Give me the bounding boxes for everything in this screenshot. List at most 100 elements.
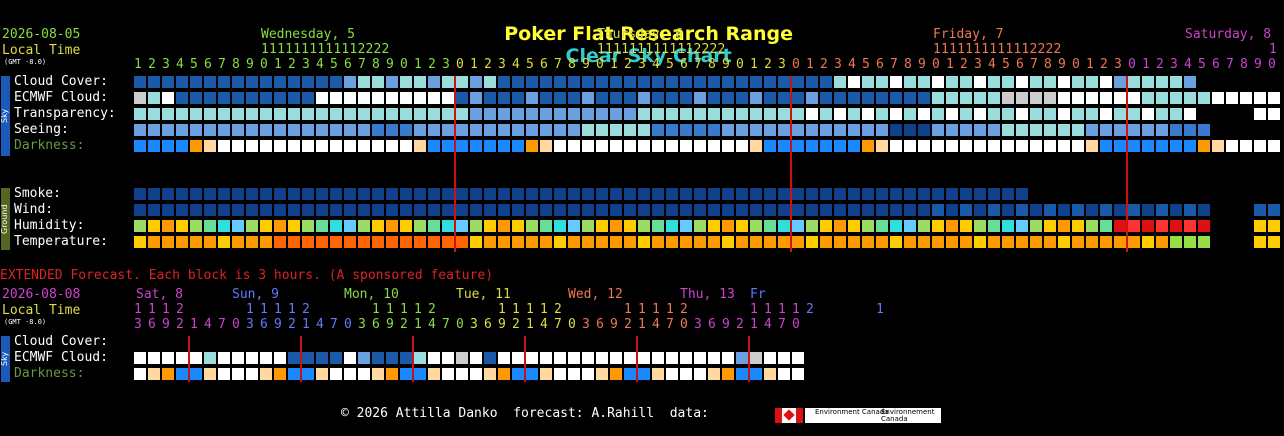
forecast-cell[interactable] bbox=[148, 368, 160, 380]
forecast-cell[interactable] bbox=[134, 352, 146, 364]
forecast-cell[interactable] bbox=[638, 188, 650, 200]
forecast-cell[interactable] bbox=[1114, 236, 1126, 248]
forecast-cell[interactable] bbox=[1086, 108, 1098, 120]
forecast-cell[interactable] bbox=[526, 76, 538, 88]
forecast-cell[interactable] bbox=[652, 352, 664, 364]
forecast-cell[interactable] bbox=[946, 108, 958, 120]
forecast-cell[interactable] bbox=[1254, 92, 1266, 104]
forecast-cell[interactable] bbox=[176, 124, 188, 136]
forecast-cell[interactable] bbox=[414, 368, 426, 380]
forecast-cell[interactable] bbox=[1086, 140, 1098, 152]
forecast-cell[interactable] bbox=[1030, 204, 1042, 216]
forecast-cell[interactable] bbox=[162, 188, 174, 200]
forecast-cell[interactable] bbox=[176, 108, 188, 120]
forecast-cell[interactable] bbox=[470, 204, 482, 216]
forecast-cell[interactable] bbox=[778, 76, 790, 88]
forecast-cell[interactable] bbox=[316, 368, 328, 380]
forecast-cell[interactable] bbox=[358, 108, 370, 120]
forecast-cell[interactable] bbox=[400, 76, 412, 88]
forecast-cell[interactable] bbox=[246, 188, 258, 200]
forecast-cell[interactable] bbox=[918, 220, 930, 232]
forecast-cell[interactable] bbox=[400, 220, 412, 232]
forecast-cell[interactable] bbox=[218, 108, 230, 120]
forecast-cell[interactable] bbox=[946, 236, 958, 248]
forecast-cell[interactable] bbox=[666, 108, 678, 120]
forecast-cell[interactable] bbox=[974, 124, 986, 136]
forecast-cell[interactable] bbox=[1268, 92, 1280, 104]
forecast-cell[interactable] bbox=[526, 220, 538, 232]
forecast-cell[interactable] bbox=[820, 124, 832, 136]
forecast-cell[interactable] bbox=[1100, 236, 1112, 248]
forecast-cell[interactable] bbox=[218, 236, 230, 248]
forecast-cell[interactable] bbox=[428, 368, 440, 380]
forecast-cell[interactable] bbox=[554, 108, 566, 120]
forecast-cell[interactable] bbox=[288, 220, 300, 232]
forecast-cell[interactable] bbox=[232, 236, 244, 248]
forecast-cell[interactable] bbox=[344, 368, 356, 380]
forecast-cell[interactable] bbox=[568, 108, 580, 120]
forecast-cell[interactable] bbox=[134, 236, 146, 248]
forecast-cell[interactable] bbox=[624, 220, 636, 232]
forecast-cell[interactable] bbox=[862, 236, 874, 248]
forecast-cell[interactable] bbox=[1044, 204, 1056, 216]
forecast-cell[interactable] bbox=[204, 220, 216, 232]
forecast-cell[interactable] bbox=[484, 140, 496, 152]
forecast-cell[interactable] bbox=[288, 188, 300, 200]
forecast-cell[interactable] bbox=[386, 108, 398, 120]
forecast-cell[interactable] bbox=[484, 124, 496, 136]
forecast-cell[interactable] bbox=[932, 108, 944, 120]
forecast-cell[interactable] bbox=[1002, 204, 1014, 216]
forecast-cell[interactable] bbox=[554, 140, 566, 152]
forecast-cell[interactable] bbox=[260, 352, 272, 364]
forecast-cell[interactable] bbox=[526, 368, 538, 380]
forecast-cell[interactable] bbox=[848, 140, 860, 152]
forecast-cell[interactable] bbox=[344, 92, 356, 104]
forecast-cell[interactable] bbox=[484, 188, 496, 200]
forecast-cell[interactable] bbox=[316, 76, 328, 88]
forecast-cell[interactable] bbox=[1128, 220, 1140, 232]
forecast-cell[interactable] bbox=[1128, 140, 1140, 152]
forecast-cell[interactable] bbox=[1030, 124, 1042, 136]
forecast-cell[interactable] bbox=[1016, 124, 1028, 136]
forecast-cell[interactable] bbox=[358, 188, 370, 200]
forecast-cell[interactable] bbox=[680, 124, 692, 136]
forecast-cell[interactable] bbox=[1170, 76, 1182, 88]
forecast-cell[interactable] bbox=[134, 140, 146, 152]
forecast-cell[interactable] bbox=[204, 188, 216, 200]
forecast-cell[interactable] bbox=[1156, 76, 1168, 88]
forecast-cell[interactable] bbox=[960, 204, 972, 216]
forecast-cell[interactable] bbox=[638, 368, 650, 380]
forecast-cell[interactable] bbox=[540, 140, 552, 152]
forecast-cell[interactable] bbox=[834, 76, 846, 88]
forecast-cell[interactable] bbox=[736, 188, 748, 200]
forecast-cell[interactable] bbox=[596, 188, 608, 200]
forecast-cell[interactable] bbox=[274, 204, 286, 216]
forecast-cell[interactable] bbox=[1240, 140, 1252, 152]
forecast-cell[interactable] bbox=[624, 108, 636, 120]
forecast-cell[interactable] bbox=[876, 220, 888, 232]
forecast-cell[interactable] bbox=[610, 76, 622, 88]
forecast-cell[interactable] bbox=[1044, 236, 1056, 248]
forecast-cell[interactable] bbox=[1072, 236, 1084, 248]
forecast-cell[interactable] bbox=[204, 204, 216, 216]
forecast-cell[interactable] bbox=[820, 140, 832, 152]
forecast-cell[interactable] bbox=[596, 204, 608, 216]
forecast-cell[interactable] bbox=[456, 108, 468, 120]
forecast-cell[interactable] bbox=[512, 368, 524, 380]
forecast-cell[interactable] bbox=[442, 140, 454, 152]
forecast-cell[interactable] bbox=[666, 124, 678, 136]
forecast-cell[interactable] bbox=[344, 188, 356, 200]
forecast-cell[interactable] bbox=[1170, 108, 1182, 120]
forecast-cell[interactable] bbox=[792, 352, 804, 364]
forecast-cell[interactable] bbox=[288, 368, 300, 380]
forecast-cell[interactable] bbox=[540, 124, 552, 136]
forecast-cell[interactable] bbox=[988, 76, 1000, 88]
forecast-cell[interactable] bbox=[148, 204, 160, 216]
forecast-cell[interactable] bbox=[736, 352, 748, 364]
forecast-cell[interactable] bbox=[680, 220, 692, 232]
forecast-cell[interactable] bbox=[400, 140, 412, 152]
forecast-cell[interactable] bbox=[526, 236, 538, 248]
forecast-cell[interactable] bbox=[1114, 92, 1126, 104]
forecast-cell[interactable] bbox=[596, 76, 608, 88]
forecast-cell[interactable] bbox=[1156, 204, 1168, 216]
